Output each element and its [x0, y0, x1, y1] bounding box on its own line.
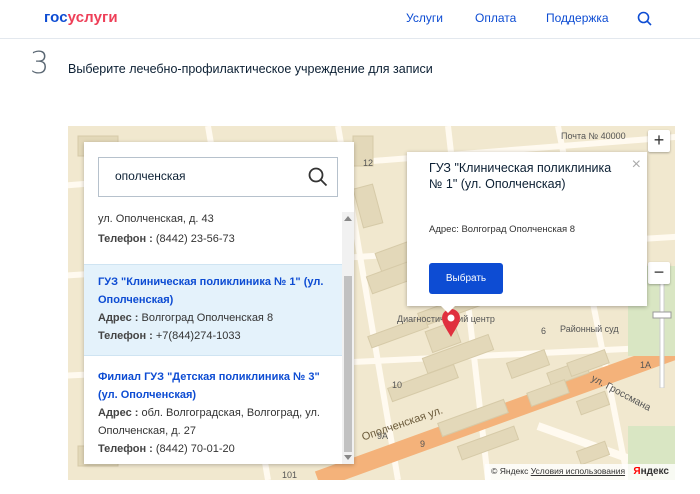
nav-payment-link[interactable]: Оплата	[475, 11, 516, 25]
map-label-6: 6	[541, 326, 547, 336]
address-label: Адрес :	[98, 407, 139, 419]
copyright-text: © Яндекс	[491, 466, 529, 476]
search-field[interactable]	[98, 157, 338, 197]
search-icon[interactable]	[307, 166, 329, 188]
terms-link[interactable]: Условия использования	[531, 466, 625, 476]
result-address: ул. Ополченская, д. 43	[98, 213, 214, 225]
close-icon[interactable]: ×	[632, 156, 641, 174]
results-list[interactable]: ул. Ополченская, д. 43 Телефон : (8442) …	[84, 212, 342, 464]
result-phone-row: Телефон : +7(844)274-1033	[98, 327, 328, 345]
phone-label: Телефон :	[98, 233, 153, 245]
zoom-in-button[interactable]: +	[648, 130, 670, 152]
nav-services-link[interactable]: Услуги	[406, 11, 443, 25]
map-label-court: Районный суд	[560, 324, 619, 334]
scrollbar-thumb[interactable]	[344, 276, 352, 452]
yandex-logo: Яндекс	[633, 466, 669, 477]
zoom-out-button[interactable]: −	[648, 262, 670, 284]
search-icon[interactable]	[636, 10, 654, 28]
step-number: 3	[30, 46, 50, 81]
results-scrollbar[interactable]	[342, 212, 354, 464]
map-label-9: 9	[420, 439, 426, 449]
map-label-12: 12	[363, 158, 374, 168]
logo-part-uslugi: услуги	[67, 9, 118, 26]
result-phone: +7(844)274-1033	[155, 330, 241, 342]
result-address: Волгоград Ополченская 8	[141, 312, 274, 324]
nav-support-link[interactable]: Поддержка	[546, 11, 609, 25]
logo-part-gos: гос	[44, 9, 68, 26]
step-title: Выберите лечебно-профилактическое учрежд…	[68, 62, 433, 76]
organization-balloon: × ГУЗ "Клиническая поликлиника № 1" (ул.…	[407, 152, 647, 306]
map-label-post: Почта № 40000	[561, 131, 626, 141]
zoom-slider[interactable]	[651, 278, 673, 388]
map-label-9a: 9А	[377, 431, 389, 441]
map-label-101: 101	[282, 470, 298, 480]
scroll-down-arrow-icon[interactable]	[344, 455, 352, 460]
result-phone-row: Телефон : (8442) 70-01-20	[98, 440, 328, 458]
phone-label: Телефон :	[98, 330, 153, 342]
map-label-10: 10	[392, 380, 403, 390]
phone-label: Телефон :	[98, 443, 153, 455]
balloon-title: ГУЗ "Клиническая поликлиника № 1" (ул. О…	[429, 161, 612, 191]
balloon-address: Адрес: Волгоград Ополченская 8	[429, 224, 576, 235]
address-label: Адрес :	[98, 312, 139, 324]
gosuslugi-logo[interactable]: госуслуги	[44, 9, 118, 26]
select-button[interactable]: Выбрать	[429, 263, 503, 294]
scroll-up-arrow-icon[interactable]	[344, 216, 352, 221]
search-input[interactable]	[113, 168, 307, 184]
list-item[interactable]: Филиал ГУЗ "Детская поликлиника № 3" (ул…	[84, 356, 342, 464]
result-title: ГУЗ "Клиническая поликлиника № 1" (ул. О…	[98, 276, 324, 306]
list-item-selected[interactable]: ГУЗ "Клиническая поликлиника № 1" (ул. О…	[84, 264, 342, 356]
search-panel: ул. Ополченская, д. 43 Телефон : (8442) …	[84, 142, 354, 464]
result-phone: (8442) 70-01-20	[155, 443, 235, 455]
result-phone-row: Телефон : (8442) 23-56-73	[98, 230, 235, 248]
balloon-tail	[440, 305, 456, 313]
result-title: Филиал ГУЗ "Детская поликлиника № 3" (ул…	[98, 371, 320, 401]
list-item[interactable]: ул. Ополченская, д. 43 Телефон : (8442) …	[84, 212, 342, 264]
map-copyright: © Яндекс Условия использования Яндекс	[485, 464, 675, 480]
result-address-row: Адрес : обл. Волгоградская, Волгоград, у…	[98, 404, 328, 440]
map-label-1a: 1А	[640, 360, 652, 370]
result-address-row: Адрес : Волгоград Ополченская 8	[98, 309, 328, 327]
result-phone: (8442) 23-56-73	[155, 233, 235, 245]
top-header: госуслуги Услуги Оплата Поддержка	[0, 0, 700, 39]
